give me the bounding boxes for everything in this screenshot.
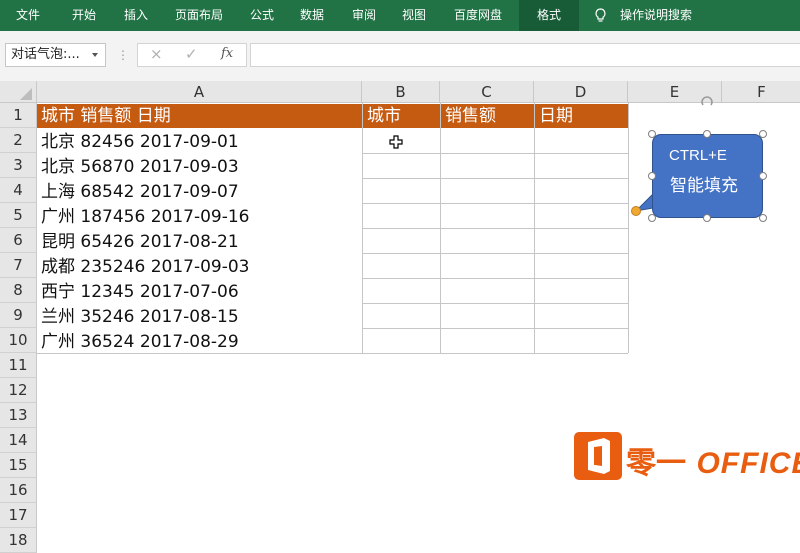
- name-box[interactable]: 对话气泡:...: [5, 43, 106, 67]
- row-header[interactable]: 8: [0, 278, 37, 303]
- column-header-b[interactable]: B: [362, 81, 440, 103]
- row-header[interactable]: 9: [0, 303, 37, 328]
- row-header[interactable]: 5: [0, 203, 37, 228]
- tab-data[interactable]: 数据: [300, 0, 324, 31]
- cell-a1[interactable]: 城市 销售额 日期: [37, 104, 362, 128]
- rotate-handle-icon[interactable]: [700, 96, 714, 110]
- cell-a6[interactable]: 昆明 65426 2017-08-21: [37, 230, 239, 255]
- row-header[interactable]: 11: [0, 353, 37, 378]
- tab-home[interactable]: 开始: [72, 0, 96, 31]
- row-header[interactable]: 12: [0, 378, 37, 403]
- row-header[interactable]: 16: [0, 478, 37, 503]
- cell-a5[interactable]: 广州 187456 2017-09-16: [37, 205, 250, 230]
- callout-shortcut-text: CTRL+E: [669, 147, 727, 164]
- row-header[interactable]: 1: [0, 103, 37, 128]
- tab-insert[interactable]: 插入: [124, 0, 148, 31]
- cell-border: [362, 328, 628, 329]
- row-header[interactable]: 10: [0, 328, 37, 353]
- cell-border: [362, 278, 628, 279]
- row-header[interactable]: 2: [0, 128, 37, 153]
- watermark-cn: 零一: [626, 446, 686, 481]
- tab-formulas[interactable]: 公式: [250, 0, 274, 31]
- cell-a2[interactable]: 北京 82456 2017-09-01: [37, 130, 239, 155]
- tab-format[interactable]: 格式: [519, 0, 579, 31]
- row-header[interactable]: 13: [0, 403, 37, 428]
- column-header-f[interactable]: F: [722, 81, 800, 103]
- office-logo-icon: [574, 432, 622, 480]
- tell-me-search[interactable]: 操作说明搜索: [620, 0, 692, 31]
- cell-border: [362, 203, 628, 204]
- watermark-text: 零一 OFFICE: [626, 438, 800, 482]
- cell-a10[interactable]: 广州 36524 2017-08-29: [37, 330, 239, 355]
- column-header-c[interactable]: C: [440, 81, 534, 103]
- cell-border: [628, 103, 629, 353]
- cell-c1[interactable]: 销售额: [441, 104, 534, 128]
- resize-handle[interactable]: [703, 130, 711, 138]
- adjust-handle[interactable]: [631, 206, 641, 216]
- column-header-d[interactable]: D: [534, 81, 628, 103]
- tab-view[interactable]: 视图: [402, 0, 426, 31]
- resize-handle[interactable]: [703, 214, 711, 222]
- tab-review[interactable]: 审阅: [352, 0, 376, 31]
- row-header[interactable]: 6: [0, 228, 37, 253]
- insert-function-button[interactable]: fx: [221, 46, 233, 61]
- resize-handle[interactable]: [759, 214, 767, 222]
- row-header[interactable]: 14: [0, 428, 37, 453]
- row-header[interactable]: 15: [0, 453, 37, 478]
- cell-border: [362, 153, 628, 154]
- cell-a4[interactable]: 上海 68542 2017-09-07: [37, 180, 239, 205]
- cancel-icon[interactable]: ×: [150, 45, 163, 63]
- chevron-down-icon[interactable]: [92, 53, 98, 57]
- tab-baidu-netdisk[interactable]: 百度网盘: [454, 0, 502, 31]
- cell-a7[interactable]: 成都 235246 2017-09-03: [37, 255, 250, 280]
- row-header[interactable]: 17: [0, 503, 37, 528]
- cell-a8[interactable]: 西宁 12345 2017-07-06: [37, 280, 239, 305]
- formula-input[interactable]: [250, 43, 800, 67]
- cell-a9[interactable]: 兰州 35246 2017-08-15: [37, 305, 239, 330]
- callout-bubble[interactable]: CTRL+E 智能填充: [652, 134, 763, 218]
- resize-handle[interactable]: [759, 130, 767, 138]
- enter-icon[interactable]: ✓: [185, 45, 198, 63]
- select-all-triangle: [20, 88, 32, 100]
- row-header[interactable]: 3: [0, 153, 37, 178]
- tab-page-layout[interactable]: 页面布局: [175, 0, 223, 31]
- callout-caption-text: 智能填充: [670, 176, 738, 196]
- resize-handle[interactable]: [648, 214, 656, 222]
- row-header[interactable]: 4: [0, 178, 37, 203]
- resize-handle[interactable]: [648, 130, 656, 138]
- cell-border: [362, 303, 628, 304]
- resize-handle[interactable]: [648, 172, 656, 180]
- column-header-a[interactable]: A: [37, 81, 362, 103]
- row-header[interactable]: 7: [0, 253, 37, 278]
- cell-b1[interactable]: 城市: [363, 104, 440, 128]
- cell-border: [362, 253, 628, 254]
- watermark-en: OFFICE: [696, 447, 800, 480]
- resize-handle[interactable]: [759, 172, 767, 180]
- cell-d1[interactable]: 日期: [535, 104, 628, 128]
- drag-handle-icon[interactable]: ⋮: [117, 48, 129, 62]
- tab-file[interactable]: 文件: [16, 0, 40, 31]
- cell-border: [362, 178, 628, 179]
- cell-select-cursor-icon: [389, 135, 403, 149]
- cell-a3[interactable]: 北京 56870 2017-09-03: [37, 155, 239, 180]
- row-header[interactable]: 18: [0, 528, 37, 553]
- lightbulb-icon: [595, 8, 606, 22]
- cell-border: [362, 228, 628, 229]
